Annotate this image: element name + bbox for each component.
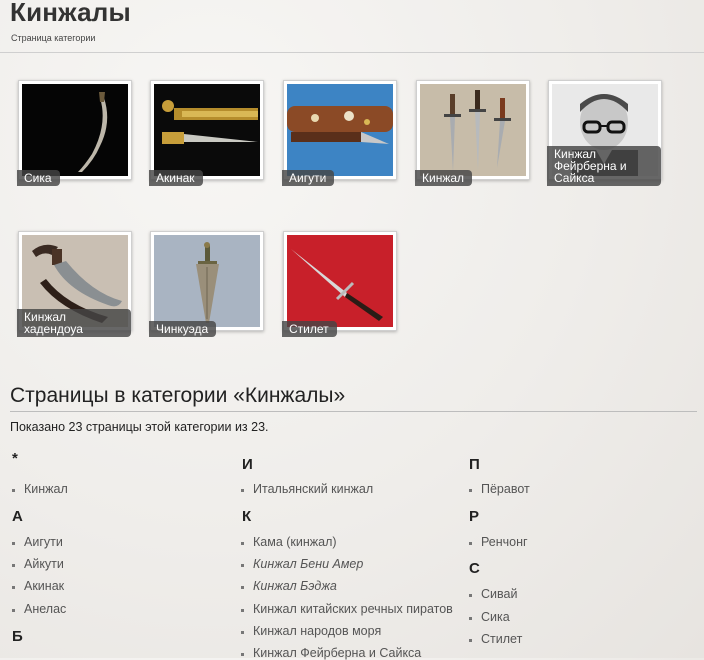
page-link[interactable]: Аигути — [12, 535, 63, 549]
letter-heading: * — [12, 450, 18, 467]
gallery-item-cinquedea[interactable]: Чинкуэда — [149, 231, 264, 337]
page-link[interactable]: Кама (кинжал) — [241, 535, 337, 549]
gallery-item-kinzhal[interactable]: Кинжал — [415, 80, 530, 186]
gallery-caption[interactable]: Сика — [17, 170, 60, 186]
letter-heading: И — [242, 456, 253, 473]
gallery-caption[interactable]: Акинак — [149, 170, 203, 186]
page-subtitle: Страница категории — [11, 33, 96, 43]
page-link[interactable]: Кинжал Бэджа — [241, 579, 337, 593]
letter-heading: А — [12, 508, 23, 525]
daggers-image — [420, 84, 526, 176]
gallery-caption[interactable]: Кинжал Фейрберна и Сайкса — [547, 146, 661, 186]
page-link[interactable]: Кинжал — [12, 482, 68, 496]
stiletto-image — [287, 235, 393, 327]
pages-count: Показано 23 страницы этой категории из 2… — [10, 420, 269, 434]
page-title: Кинжалы — [10, 0, 131, 27]
page-link[interactable]: Сивай — [468, 587, 517, 601]
sika-dagger-image — [22, 84, 128, 176]
gallery-item-fairbairn-sykes[interactable]: Кинжал Фейрберна и Сайкса — [547, 80, 662, 186]
page-link[interactable]: Айкути — [12, 557, 64, 571]
page-link[interactable]: Кинжал китайских речных пиратов — [241, 602, 453, 616]
gallery-item-aiguchi[interactable]: Аигути — [282, 80, 397, 186]
letter-heading: К — [242, 508, 252, 525]
page-link[interactable]: Анелас — [11, 602, 66, 616]
gallery-caption[interactable]: Кинжал — [415, 170, 473, 186]
gallery-caption[interactable]: Аигути — [282, 170, 335, 186]
letter-heading: С — [469, 560, 480, 577]
letter-heading: Р — [469, 508, 480, 525]
gallery-caption[interactable]: Стилет — [282, 321, 337, 337]
section-heading: Страницы в категории «Кинжалы» — [10, 384, 346, 407]
gallery-item-akinak[interactable]: Акинак — [149, 80, 264, 186]
page-link[interactable]: Пёравот — [469, 482, 530, 496]
gallery-item-sika[interactable]: Сика — [17, 80, 132, 186]
gallery-caption[interactable]: Кинжал хадендоуа — [17, 309, 131, 337]
gallery-item-stiletto[interactable]: Стилет — [282, 231, 397, 337]
aiguchi-dagger-image — [287, 84, 393, 176]
page-link[interactable]: Акинак — [11, 579, 64, 593]
page-link[interactable]: Стилет — [468, 632, 522, 646]
letter-heading: Б — [12, 628, 23, 645]
page-link[interactable]: Кинжал народов моря — [240, 624, 381, 638]
gallery-caption[interactable]: Чинкуэда — [149, 321, 217, 337]
akinak-dagger-image — [154, 84, 260, 176]
page-link[interactable]: Ренчонг — [469, 535, 528, 549]
page-link[interactable]: Кинжал Бени Амер — [240, 557, 363, 571]
cinquedea-image — [154, 235, 260, 327]
gallery-item-hadendoa[interactable]: Кинжал хадендоуа — [17, 231, 132, 337]
section-divider — [10, 411, 697, 412]
page-link[interactable]: Сика — [469, 610, 510, 624]
page-link[interactable]: Итальянский кинжал — [240, 482, 373, 496]
header-divider — [0, 52, 704, 53]
letter-heading: П — [469, 456, 480, 473]
